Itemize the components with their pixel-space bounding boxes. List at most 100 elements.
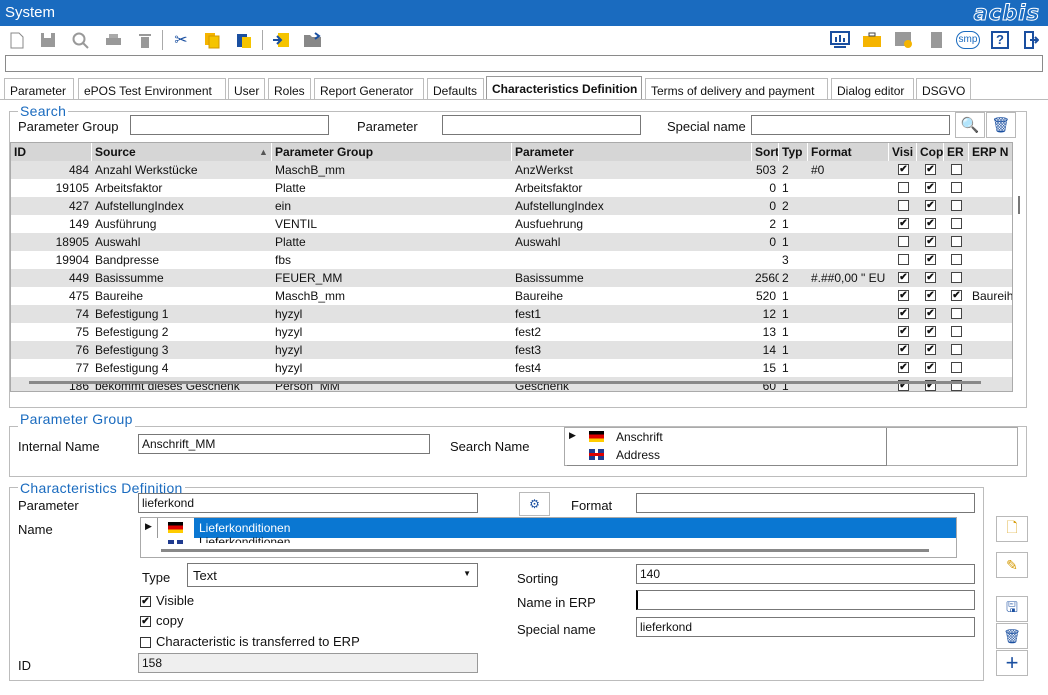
save-icon[interactable] [37, 29, 59, 51]
checkbox-erp[interactable] [951, 272, 962, 283]
name-grid-scrollbar[interactable] [161, 549, 929, 552]
table-row[interactable]: 475 Baureihe MaschB_mm Baureihe 520 1 ✔ ✔ ✔ Baure… [11, 287, 1012, 305]
table-row[interactable]: 74 Befestigung 1 hyzyl fest1 12 1 ✔ ✔ [11, 305, 1012, 323]
checkbox-copy[interactable]: ✔ [925, 344, 936, 355]
col-header-typ[interactable]: Typ [779, 143, 808, 161]
table-row[interactable]: 77 Befestigung 4 hyzyl fest4 15 1 ✔ ✔ [11, 359, 1012, 377]
checkbox-copy[interactable]: ✔ [925, 308, 936, 319]
search-button[interactable]: 🔍 [955, 112, 985, 138]
col-header-erp[interactable]: ER [944, 143, 969, 161]
vertical-scrollbar[interactable] [1014, 142, 1024, 392]
checkbox-erp[interactable] [951, 362, 962, 373]
table-row[interactable]: 76 Befestigung 3 hyzyl fest3 14 1 ✔ ✔ [11, 341, 1012, 359]
clear-search-button[interactable]: 🗑 [986, 112, 1016, 138]
tab-epos-test-environment[interactable]: ePOS Test Environment [78, 78, 226, 100]
delete-record-button[interactable]: 🗑 [996, 623, 1028, 649]
checkbox-copy[interactable]: ✔ [925, 362, 936, 373]
copy-checkbox[interactable]: ✔ [140, 616, 151, 627]
checkbox-visible[interactable]: ✔ [898, 344, 909, 355]
print-icon[interactable] [102, 29, 124, 51]
search-icon[interactable] [69, 29, 91, 51]
checkbox-copy[interactable]: ✔ [925, 218, 936, 229]
checkbox-copy[interactable]: ✔ [925, 326, 936, 337]
checkbox-erp[interactable] [951, 200, 962, 211]
tab-dialog-editor[interactable]: Dialog editor [831, 78, 914, 100]
col-header-copy[interactable]: Cop [917, 143, 944, 161]
edit-record-button[interactable]: ✎ [996, 552, 1028, 578]
checkbox-visible[interactable]: ✔ [898, 218, 909, 229]
new-document-icon[interactable] [6, 29, 28, 51]
checkbox-erp[interactable] [951, 218, 962, 229]
import-icon[interactable] [270, 29, 292, 51]
checkbox-erp[interactable] [951, 236, 962, 247]
checkbox-visible[interactable] [898, 182, 909, 193]
format-input[interactable] [636, 493, 975, 513]
tab-report-generator[interactable]: Report Generator [314, 78, 424, 100]
search-name-de[interactable]: Anschrift [616, 430, 663, 444]
tab-characteristics-definition[interactable]: Characteristics Definition [486, 76, 642, 100]
table-row[interactable]: 149 Ausführung VENTIL Ausfuehrung 2 1 ✔ ✔ [11, 215, 1012, 233]
col-header-sort[interactable]: Sort [752, 143, 779, 161]
internal-name-input[interactable]: Anschrift_MM [138, 434, 430, 454]
checkbox-visible[interactable]: ✔ [898, 308, 909, 319]
name-de-cell[interactable]: Lieferkonditionen [194, 518, 956, 538]
checkbox-copy[interactable]: ✔ [925, 272, 936, 283]
type-select[interactable]: Text ▼ [187, 563, 478, 587]
checkbox-copy[interactable]: ✔ [925, 254, 936, 265]
tab-parameter[interactable]: Parameter [4, 78, 74, 100]
command-line-input[interactable] [5, 55, 1043, 72]
erp-transfer-checkbox[interactable] [140, 637, 151, 648]
add-button[interactable]: + [996, 650, 1028, 676]
name-uk-cell[interactable]: Lieferkonditionen [199, 535, 290, 543]
license-icon[interactable] [893, 29, 915, 51]
table-row[interactable]: 449 Basissumme FEUER_MM Basissumme 25602 #.##… [11, 269, 1012, 287]
briefcase-icon[interactable] [861, 29, 883, 51]
col-header-id[interactable]: ID [11, 143, 92, 161]
checkbox-erp[interactable]: ✔ [951, 290, 962, 301]
checkbox-copy[interactable]: ✔ [925, 164, 936, 175]
special-name-input[interactable]: lieferkond [636, 617, 975, 637]
checkbox-erp[interactable] [951, 344, 962, 355]
book-icon[interactable] [925, 29, 947, 51]
col-header-erp-name[interactable]: ERP N [969, 143, 1012, 161]
exit-icon[interactable] [1020, 29, 1042, 51]
col-header-parameter-group[interactable]: Parameter Group [272, 143, 512, 161]
tab-dsgvo[interactable]: DSGVO [916, 78, 971, 100]
checkbox-copy[interactable]: ✔ [925, 200, 936, 211]
cut-icon[interactable]: ✂ [170, 29, 192, 51]
checkbox-visible[interactable]: ✔ [898, 362, 909, 373]
save-record-button[interactable]: 🖫 [996, 596, 1028, 622]
tab-defaults[interactable]: Defaults [427, 78, 484, 100]
checkbox-erp[interactable] [951, 182, 962, 193]
table-row[interactable]: 427 AufstellungIndex ein AufstellungIndex 0 2… [11, 197, 1012, 215]
tab-roles[interactable]: Roles [268, 78, 311, 100]
checkbox-visible[interactable] [898, 200, 909, 211]
paste-icon[interactable] [233, 29, 255, 51]
table-row[interactable]: 186 bekommt dieses Geschenk Person_MM Gesch… [11, 377, 1012, 391]
horizontal-scrollbar[interactable] [29, 381, 981, 384]
param-group-search-input[interactable] [130, 115, 329, 135]
checkbox-visible[interactable]: ✔ [898, 164, 909, 175]
smp-icon[interactable]: smp [955, 29, 981, 51]
col-header-parameter[interactable]: Parameter [512, 143, 752, 161]
table-row[interactable]: 75 Befestigung 2 hyzyl fest2 13 1 ✔ ✔ [11, 323, 1012, 341]
checkbox-copy[interactable]: ✔ [925, 182, 936, 193]
table-row[interactable]: 19105 Arbeitsfaktor Platte Arbeitsfaktor 0 1 ✔ [11, 179, 1012, 197]
checkbox-visible[interactable] [898, 236, 909, 247]
parameter-input[interactable]: lieferkond [138, 493, 478, 513]
col-header-format[interactable]: Format [808, 143, 889, 161]
monitor-chart-icon[interactable] [829, 29, 851, 51]
checkbox-visible[interactable]: ✔ [898, 290, 909, 301]
delete-icon[interactable] [134, 29, 156, 51]
help-icon[interactable]: ? [989, 29, 1011, 51]
copy-icon[interactable] [201, 29, 223, 51]
checkbox-visible[interactable] [898, 254, 909, 265]
table-row[interactable]: 18905 Auswahl Platte Auswahl 0 1 ✔ [11, 233, 1012, 251]
checkbox-erp[interactable] [951, 326, 962, 337]
tab-user[interactable]: User [228, 78, 265, 100]
tab-terms-of-delivery[interactable]: Terms of delivery and payment [645, 78, 828, 100]
checkbox-erp[interactable] [951, 164, 962, 175]
visible-checkbox[interactable]: ✔ [140, 596, 151, 607]
table-row[interactable]: 484 Anzahl Werkstücke MaschB_mm AnzWerkst 50… [11, 161, 1012, 179]
checkbox-copy[interactable]: ✔ [925, 236, 936, 247]
